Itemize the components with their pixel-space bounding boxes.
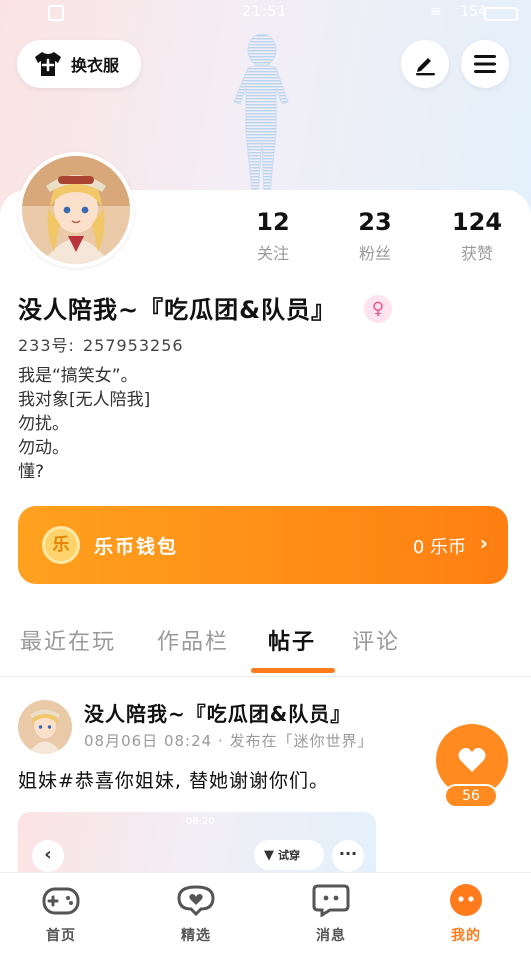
user-id-value: 257953256: [82, 336, 184, 355]
character-figure: [233, 33, 289, 192]
stat-following[interactable]: 12 关注: [228, 208, 318, 264]
nav-featured[interactable]: 精选: [156, 883, 236, 945]
nav-home-label: 首页: [46, 928, 76, 944]
avatar-anime-girl: [18, 700, 72, 754]
wifi-icon: ≋: [430, 4, 442, 20]
tab-comments[interactable]: 评论: [352, 624, 400, 656]
heart-chat-icon: [177, 885, 215, 917]
user-id-label: 233号:: [18, 336, 75, 355]
change-outfit-label: 换衣服: [71, 56, 120, 75]
username: 没人陪我~『吃瓜团&队员』: [18, 296, 337, 324]
profile-avatar[interactable]: [18, 152, 134, 268]
tab-posts[interactable]: 帖子: [268, 624, 316, 656]
like-count: 56: [444, 784, 498, 808]
status-time: 21:51: [242, 4, 288, 20]
bio-line: 勿扰。: [18, 414, 69, 434]
thumb-try-on-button: ▼ 试穿: [254, 840, 324, 870]
nav-messages[interactable]: 消息: [291, 883, 371, 945]
pencil-icon: [416, 58, 435, 76]
tshirt-icon: ▼: [264, 847, 274, 863]
nav-me-label: 我的: [451, 928, 481, 944]
bio-line: 勿动。: [18, 438, 69, 458]
bottom-navigation: 首页 精选 消息 我的: [0, 872, 531, 956]
menu-button[interactable]: [461, 40, 509, 88]
following-count: 12: [256, 208, 290, 236]
wallet-title: 乐币钱包: [94, 536, 179, 558]
le-coin-icon: 乐: [42, 526, 80, 564]
post-author-name[interactable]: 没人陪我~『吃瓜团&队员』: [84, 698, 351, 727]
nav-featured-label: 精选: [181, 928, 211, 944]
profile-tabs: 最近在玩 作品栏 帖子 评论: [0, 620, 531, 676]
followers-label: 粉丝: [358, 244, 391, 263]
likes-count: 124: [451, 208, 503, 236]
user-id: 233号: 257953256: [18, 332, 184, 356]
status-bar: 21:51 ≋ 154: [0, 0, 531, 28]
battery-icon: [484, 7, 518, 21]
bio-line: 懂?: [18, 462, 45, 482]
followers-count: 23: [358, 208, 392, 236]
post-author-avatar[interactable]: [18, 700, 72, 754]
bio-line: 我是“搞笑女”。: [18, 366, 138, 386]
post-meta: 08月06日 08:24 · 发布在「迷你世界」: [84, 732, 374, 750]
nav-home[interactable]: 首页: [21, 883, 101, 945]
thumb-try-label: 试穿: [278, 849, 300, 862]
more-dots-icon: ···: [332, 840, 364, 872]
battery-percent: 154: [460, 4, 487, 20]
screenshot-indicator-icon: [48, 5, 64, 21]
nav-messages-label: 消息: [316, 928, 346, 944]
tab-recently-played[interactable]: 最近在玩: [20, 624, 116, 656]
gender-female-icon: ♀: [364, 295, 392, 323]
tabs-divider: [0, 676, 531, 677]
stat-likes[interactable]: 124 获赞: [432, 208, 522, 264]
profile-face-icon: [450, 884, 482, 916]
gamepad-icon: [42, 887, 80, 915]
wallet-banner[interactable]: 乐 乐币钱包 0 乐币 ›: [18, 506, 508, 584]
message-icon: [312, 884, 350, 918]
likes-label: 获赞: [460, 244, 493, 263]
bio-line: 我对象[无人陪我]: [18, 390, 151, 410]
chevron-right-icon: ›: [479, 531, 488, 555]
active-tab-indicator: [251, 668, 335, 673]
tshirt-plus-icon: [35, 52, 61, 76]
following-label: 关注: [256, 244, 289, 263]
stat-followers[interactable]: 23 粉丝: [330, 208, 420, 264]
hamburger-menu-icon: [474, 55, 496, 73]
avatar-anime-girl: [22, 156, 130, 264]
tab-works[interactable]: 作品栏: [157, 624, 229, 656]
wallet-balance: 0 乐币: [412, 537, 466, 558]
bio: 我是“搞笑女”。 我对象[无人陪我] 勿扰。 勿动。 懂?: [18, 364, 150, 484]
post-text: 姐妹#恭喜你姐妹, 替她谢谢你们。: [18, 770, 329, 792]
nav-me[interactable]: 我的: [426, 883, 506, 945]
heart-icon: [458, 747, 486, 772]
edit-profile-button[interactable]: [401, 40, 449, 88]
change-outfit-button[interactable]: 换衣服: [17, 40, 141, 88]
back-arrow-icon: ‹: [32, 840, 64, 872]
thumb-status-time: 08:20: [186, 816, 215, 827]
